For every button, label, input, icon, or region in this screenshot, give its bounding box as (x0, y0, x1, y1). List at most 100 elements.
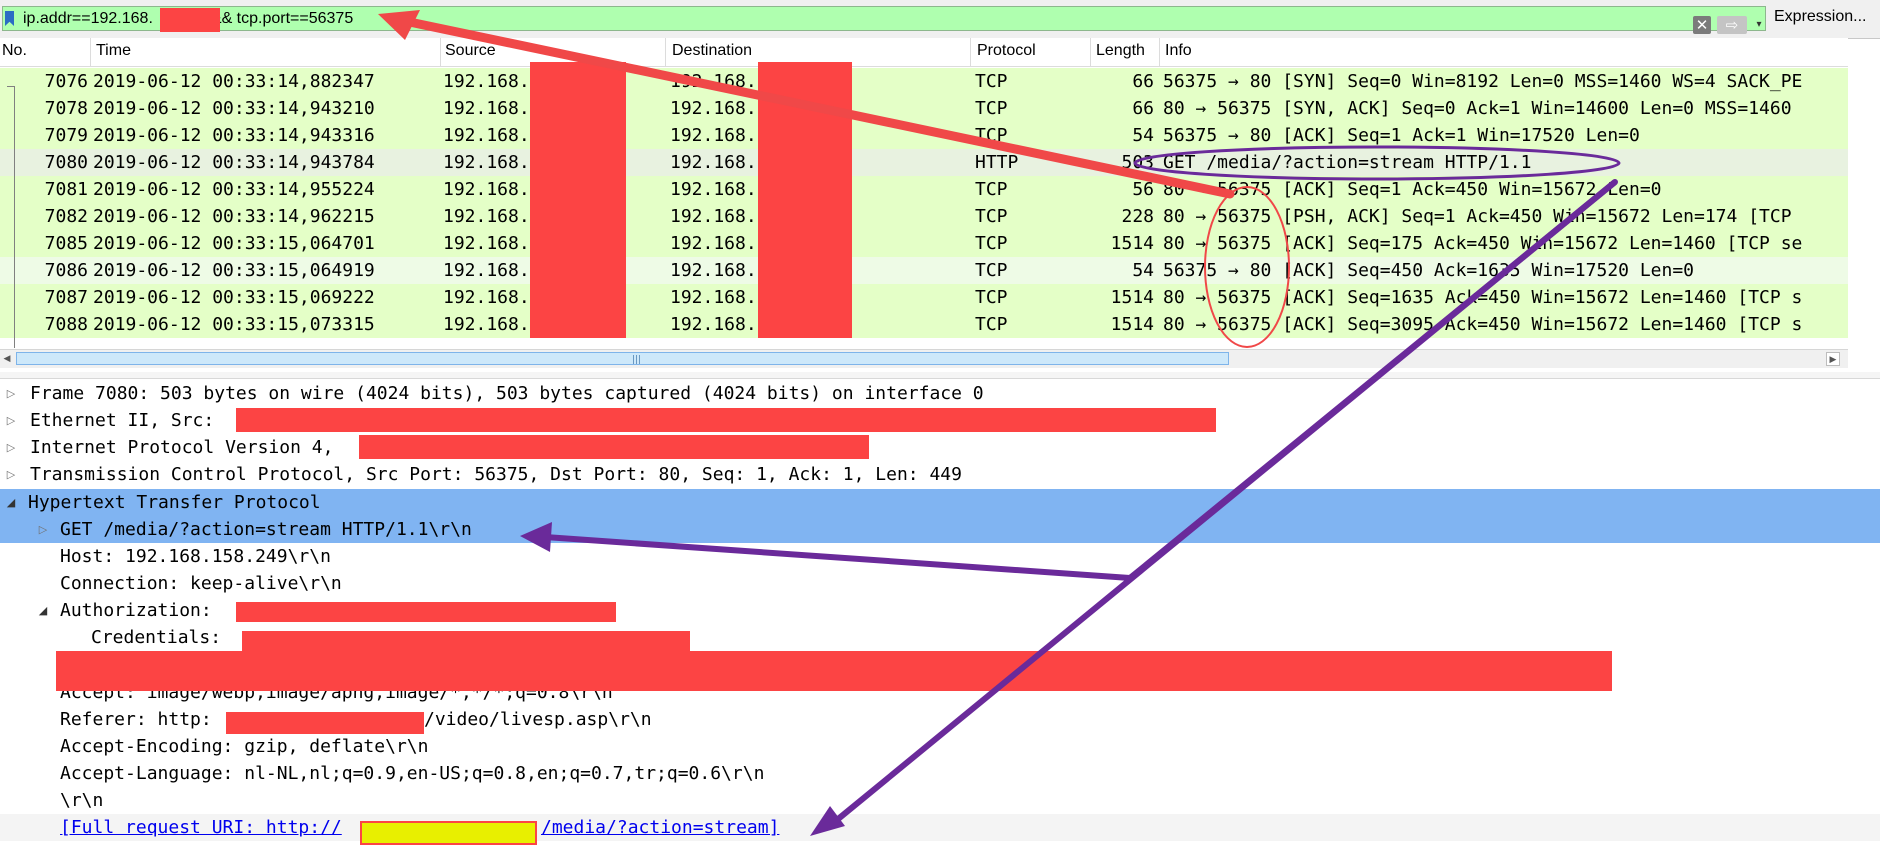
packet-protocol: TCP (975, 71, 1008, 92)
packet-protocol: TCP (975, 125, 1008, 146)
packet-length: 228 (1121, 206, 1154, 227)
packet-length: 1514 (1110, 233, 1154, 254)
column-header-time[interactable]: Time (94, 42, 444, 66)
packet-info: 80 → 56375 [ACK] Seq=1 Ack=450 Win=15672… (1163, 179, 1662, 200)
filter-text-part1: ip.addr==192.168. (23, 10, 153, 27)
redaction-ethernet-src (236, 408, 1216, 432)
packet-row[interactable]: 7079 2019-06-12 00:33:14,943316 192.168.… (0, 122, 1848, 149)
packet-protocol: TCP (975, 260, 1008, 281)
detail-row-host[interactable]: Host: 192.168.158.249\r\n (0, 543, 1880, 570)
packet-row-selected[interactable]: 7080 2019-06-12 00:33:14,943784 192.168.… (0, 149, 1848, 176)
packet-destination: 192.168. (670, 71, 757, 92)
detail-text: \r\n (60, 790, 104, 811)
detail-text: Transmission Control Protocol, Src Port:… (30, 464, 962, 485)
packet-length: 503 (1121, 152, 1154, 173)
clear-filter-icon[interactable]: ✕ (1693, 16, 1711, 34)
expand-triangle-icon[interactable]: ▷ (36, 516, 50, 543)
detail-text: Credentials: (91, 627, 222, 648)
packet-time: 2019-06-12 00:33:14,943784 (93, 152, 375, 173)
packet-length: 1514 (1110, 287, 1154, 308)
packet-info: 80 → 56375 [ACK] Seq=1635 Ack=450 Win=15… (1163, 287, 1803, 308)
packet-destination: 192.168. (670, 314, 757, 335)
packet-list: 7076 2019-06-12 00:33:14,882347 192.168.… (0, 68, 1848, 348)
detail-row-frame[interactable]: ▷ Frame 7080: 503 bytes on wire (4024 bi… (0, 380, 1880, 407)
detail-row-accept-language[interactable]: Accept-Language: nl-NL,nl;q=0.9,en-US;q=… (0, 760, 1880, 787)
packet-source: 192.168. (443, 287, 530, 308)
detail-row-accept-encoding[interactable]: Accept-Encoding: gzip, deflate\r\n (0, 733, 1880, 760)
packet-source: 192.168. (443, 206, 530, 227)
collapse-triangle-icon[interactable]: ◢ (4, 489, 18, 516)
expand-triangle-icon[interactable]: ▷ (4, 461, 18, 488)
packet-row[interactable]: 7087 2019-06-12 00:33:15,069222 192.168.… (0, 284, 1848, 311)
expand-triangle-icon[interactable]: ▷ (4, 407, 18, 434)
packet-protocol: TCP (975, 206, 1008, 227)
redaction-source-column (530, 62, 626, 338)
packet-destination: 192.168. (670, 260, 757, 281)
scroll-left-arrow-icon[interactable]: ◀ (0, 352, 14, 366)
packet-info: 56375 → 80 [ACK] Seq=450 Ack=1635 Win=17… (1163, 260, 1695, 281)
packet-length: 54 (1132, 125, 1154, 146)
packet-list-horizontal-scrollbar[interactable]: ◀ ||| ▶ (0, 349, 1848, 368)
packet-time: 2019-06-12 00:33:14,943316 (93, 125, 375, 146)
packet-source: 192.168. (443, 125, 530, 146)
packet-row[interactable]: 7078 2019-06-12 00:33:14,943210 192.168.… (0, 95, 1848, 122)
filter-history-dropdown-icon[interactable]: ▾ (1752, 17, 1766, 33)
packet-length: 54 (1132, 260, 1154, 281)
detail-row-crlf[interactable]: \r\n (0, 787, 1880, 814)
packet-row[interactable]: 7082 2019-06-12 00:33:14,962215 192.168.… (0, 203, 1848, 230)
display-filter-input[interactable]: ip.addr==192.168. && tcp.port==56375 ✕ ⇨ … (2, 6, 1766, 34)
full-request-uri-link-suffix[interactable]: /media/?action=stream] (541, 814, 779, 841)
packet-info: 80 → 56375 [ACK] Seq=175 Ack=450 Win=156… (1163, 233, 1803, 254)
detail-text: GET /media/?action=stream HTTP/1.1\r\n (60, 519, 472, 540)
redaction-header-block (56, 651, 1612, 691)
packet-length: 66 (1132, 71, 1154, 92)
packet-protocol: TCP (975, 233, 1008, 254)
column-header-no[interactable]: No. (0, 42, 90, 66)
bookmark-icon[interactable] (5, 11, 14, 26)
scrollbar-grip-icon: ||| (632, 355, 642, 365)
packet-protocol: HTTP (975, 152, 1019, 173)
column-header-protocol[interactable]: Protocol (975, 42, 1090, 66)
full-request-uri-link[interactable]: [Full request URI: http:// (60, 814, 342, 841)
packet-protocol: TCP (975, 179, 1008, 200)
packet-destination: 192.168. (670, 206, 757, 227)
packet-source: 192.168. (443, 179, 530, 200)
redaction-ipv4 (359, 435, 869, 459)
packet-source: 192.168. (443, 260, 530, 281)
packet-time: 2019-06-12 00:33:14,882347 (93, 71, 375, 92)
packet-row[interactable]: 7086 2019-06-12 00:33:15,064919 192.168.… (0, 257, 1848, 284)
expression-button[interactable]: Expression... (1774, 8, 1866, 26)
pane-splitter[interactable] (0, 372, 1880, 379)
packet-row[interactable]: 7081 2019-06-12 00:33:14,955224 192.168.… (0, 176, 1848, 203)
redaction-destination-column (758, 62, 852, 338)
detail-row-tcp[interactable]: ▷ Transmission Control Protocol, Src Por… (0, 461, 1880, 488)
packet-row[interactable]: 7088 2019-06-12 00:33:15,073315 192.168.… (0, 311, 1848, 338)
packet-row[interactable]: 7085 2019-06-12 00:33:15,064701 192.168.… (0, 230, 1848, 257)
packet-destination: 192.168. (670, 233, 757, 254)
detail-row-http-get[interactable]: ▷ GET /media/?action=stream HTTP/1.1\r\n (0, 516, 1880, 543)
display-filter-toolbar: ip.addr==192.168. && tcp.port==56375 ✕ ⇨ … (0, 0, 1880, 39)
packet-source: 192.168. (443, 98, 530, 119)
column-header-info[interactable]: Info (1163, 42, 1843, 66)
packet-protocol: TCP (975, 98, 1008, 119)
redaction-authorization (236, 602, 616, 622)
packet-length: 56 (1132, 179, 1154, 200)
packet-destination: 192.168. (670, 287, 757, 308)
scroll-right-arrow-icon[interactable]: ▶ (1826, 352, 1840, 366)
packet-row[interactable]: 7076 2019-06-12 00:33:14,882347 192.168.… (0, 68, 1848, 95)
apply-filter-icon[interactable]: ⇨ (1717, 16, 1747, 34)
detail-text: Host: 192.168.158.249\r\n (60, 546, 331, 567)
detail-text: Referer: http: (60, 709, 212, 730)
detail-row-full-uri[interactable]: [Full request URI: http:// /media/?actio… (0, 814, 1880, 841)
column-header-length[interactable]: Length (1094, 42, 1159, 66)
expand-triangle-icon[interactable]: ▷ (4, 434, 18, 461)
packet-time: 2019-06-12 00:33:14,962215 (93, 206, 375, 227)
scrollbar-thumb[interactable]: ||| (16, 352, 1229, 365)
collapse-triangle-icon[interactable]: ◢ (36, 597, 50, 624)
detail-text-suffix: /video/livesp.asp\r\n (424, 709, 652, 730)
detail-row-connection[interactable]: Connection: keep-alive\r\n (0, 570, 1880, 597)
detail-row-http[interactable]: ◢ Hypertext Transfer Protocol (0, 489, 1880, 516)
packet-time: 2019-06-12 00:33:15,064919 (93, 260, 375, 281)
expand-triangle-icon[interactable]: ▷ (4, 380, 18, 407)
detail-row-ipv4[interactable]: ▷ Internet Protocol Version 4, (0, 434, 1880, 461)
